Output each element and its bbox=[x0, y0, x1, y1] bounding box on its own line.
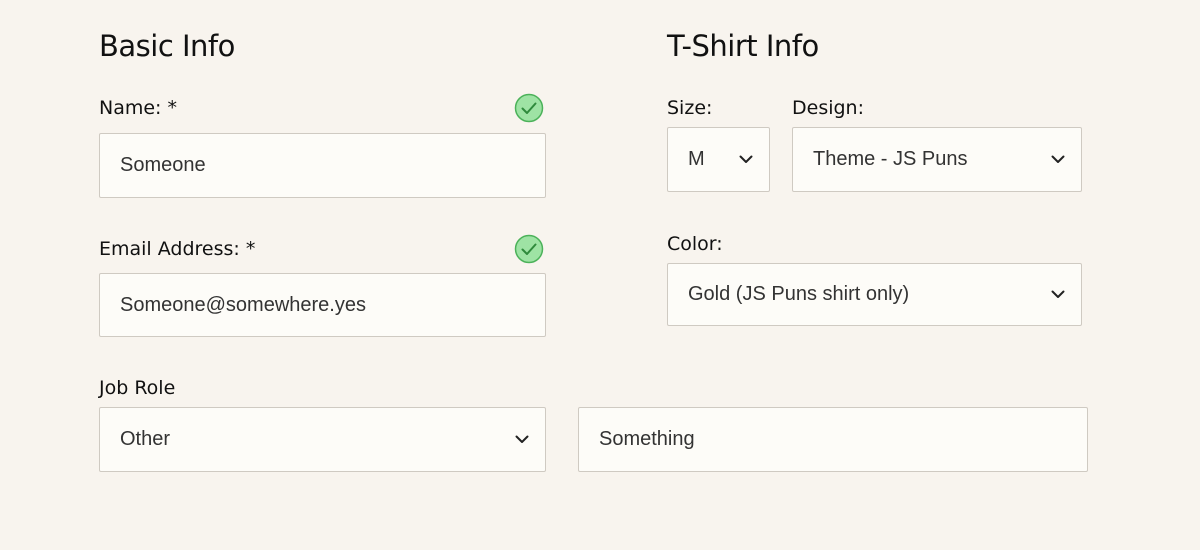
registration-form: Basic Info Name:* Email Address:* Job Ro… bbox=[0, 0, 1200, 550]
name-input[interactable] bbox=[120, 154, 545, 177]
color-selected: Gold (JS Puns shirt only) bbox=[688, 283, 910, 305]
design-selected: Theme - JS Puns bbox=[813, 148, 968, 170]
required-mark: * bbox=[245, 238, 256, 260]
size-label: Size: bbox=[667, 97, 713, 119]
chevron-down-icon bbox=[1051, 155, 1065, 163]
design-select[interactable]: Theme - JS Puns bbox=[792, 127, 1082, 192]
email-label: Email Address: * bbox=[99, 240, 255, 259]
check-circle-icon bbox=[514, 234, 544, 264]
tshirt-info-heading: T-Shirt Info bbox=[667, 29, 819, 63]
color-label: Color: bbox=[667, 233, 723, 255]
required-mark: * bbox=[167, 97, 177, 119]
chevron-down-icon bbox=[739, 155, 753, 163]
job-role-label: Job Role bbox=[99, 377, 176, 399]
name-label: Name: * bbox=[99, 99, 177, 118]
check-circle-icon bbox=[514, 93, 544, 123]
design-label: Design: bbox=[792, 97, 865, 119]
other-job-role-field[interactable] bbox=[578, 407, 1088, 472]
other-job-role-input[interactable] bbox=[599, 428, 1087, 451]
chevron-down-icon bbox=[515, 435, 529, 443]
email-input[interactable] bbox=[120, 293, 545, 317]
name-field[interactable] bbox=[99, 133, 546, 198]
size-selected: M bbox=[688, 148, 705, 170]
email-field[interactable] bbox=[99, 273, 546, 337]
size-select[interactable]: M bbox=[667, 127, 770, 192]
job-role-selected: Other bbox=[120, 428, 171, 450]
job-role-select[interactable]: Other bbox=[99, 407, 546, 472]
color-select[interactable]: Gold (JS Puns shirt only) bbox=[667, 263, 1082, 326]
basic-info-heading: Basic Info bbox=[99, 29, 235, 63]
name-label-text: Name: bbox=[99, 97, 162, 119]
chevron-down-icon bbox=[1051, 290, 1065, 298]
email-label-text: Email Address: bbox=[99, 238, 240, 260]
